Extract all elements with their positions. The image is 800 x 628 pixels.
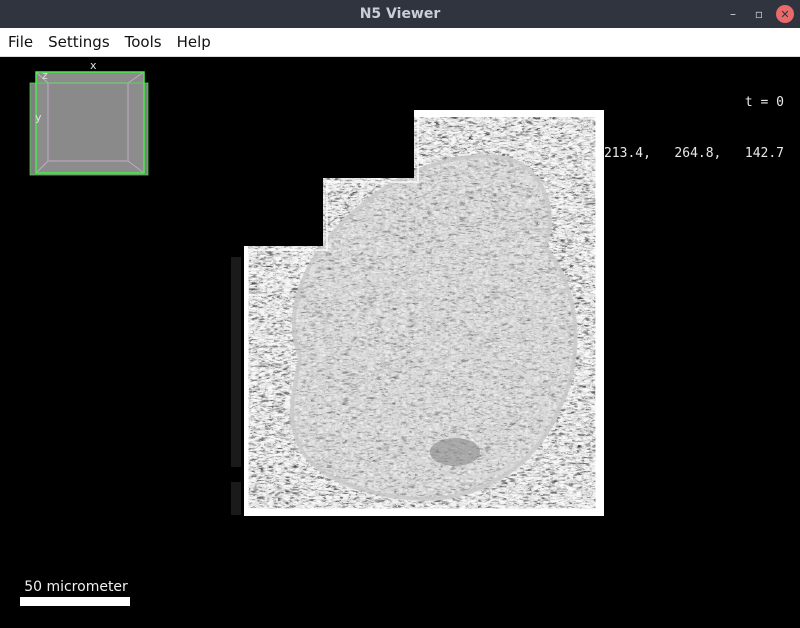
navigator-overview[interactable]: x z y [28, 59, 158, 177]
menu-tools[interactable]: Tools [117, 33, 169, 51]
app-window: N5 Viewer – ▫ ✕ File Settings Tools Help [0, 0, 800, 628]
time-label: t = 0 [744, 95, 784, 110]
scale-bar-label: 50 micrometer [24, 579, 128, 595]
close-icon[interactable]: ✕ [776, 5, 794, 23]
menu-settings[interactable]: Settings [40, 33, 117, 51]
menu-bar: File Settings Tools Help [0, 28, 800, 57]
window-title: N5 Viewer [359, 6, 441, 22]
title-bar[interactable]: N5 Viewer – ▫ ✕ [0, 0, 800, 28]
menu-file[interactable]: File [0, 33, 40, 51]
axis-z-label: z [42, 69, 48, 82]
coordinate-readout: 213.4, 264.8, 142.7 [603, 146, 784, 161]
axis-y-label: y [35, 111, 42, 124]
scale-bar: 50 micrometer [20, 579, 132, 606]
scale-bar-line [20, 597, 130, 606]
window-controls: – ▫ ✕ [724, 0, 794, 28]
maximize-icon[interactable]: ▫ [750, 5, 768, 23]
axis-x-label: x [90, 59, 97, 72]
minimize-icon[interactable]: – [724, 5, 742, 23]
info-overlay: t = 0 213.4, 264.8, 142.7 [604, 60, 784, 196]
menu-help[interactable]: Help [169, 33, 218, 51]
image-viewer-canvas[interactable]: x z y t = 0 213.4, 264.8, 142.7 50 micro… [0, 57, 800, 628]
